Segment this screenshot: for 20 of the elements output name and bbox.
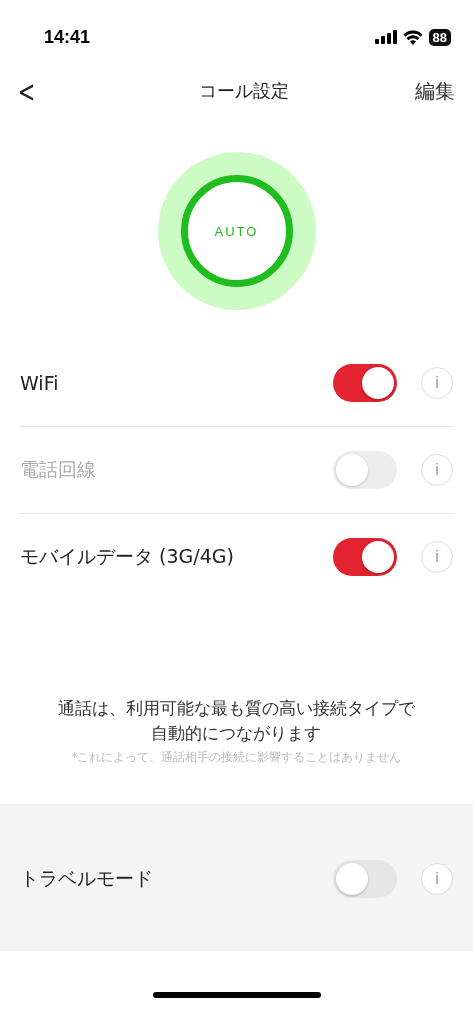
setting-label: モバイルデータ (3G/4G)	[20, 544, 235, 569]
toggle-switch[interactable]	[333, 859, 397, 898]
setting-label: 電話回線	[20, 457, 97, 482]
toggle-switch[interactable]	[333, 364, 397, 402]
battery-level: 88	[428, 28, 451, 46]
page-title: コール設定	[199, 79, 290, 103]
back-button[interactable]: <	[14, 73, 39, 109]
note-text: *これによって、通話相手の接続に影響することはありません	[71, 750, 402, 765]
edit-button[interactable]: 編集	[415, 77, 455, 105]
setting-label: WiFi	[20, 372, 60, 394]
info-button[interactable]: i	[421, 862, 453, 895]
status-time: 14:41	[44, 26, 91, 48]
setting-label: トラベルモード	[20, 865, 154, 891]
description-text: 通話は、利用可能な最も質の高い接続タイプで自動的につながります	[57, 697, 416, 745]
mode-label: AUTO	[214, 223, 259, 239]
signal-icon	[374, 30, 397, 44]
toggle-switch[interactable]	[333, 538, 397, 576]
info-button[interactable]: i	[421, 541, 453, 573]
wifi-icon	[402, 29, 423, 45]
info-button[interactable]: i	[421, 367, 453, 399]
